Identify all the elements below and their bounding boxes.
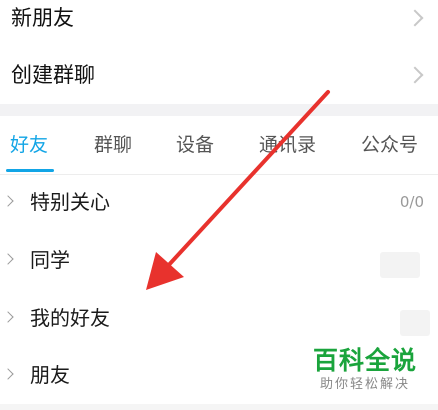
watermark-title: 百科全说 — [312, 346, 417, 375]
watermark-logo: 百科全说 助你轻松解决 — [300, 346, 430, 404]
watermark-subtitle: 助你轻松解决 — [319, 377, 410, 392]
